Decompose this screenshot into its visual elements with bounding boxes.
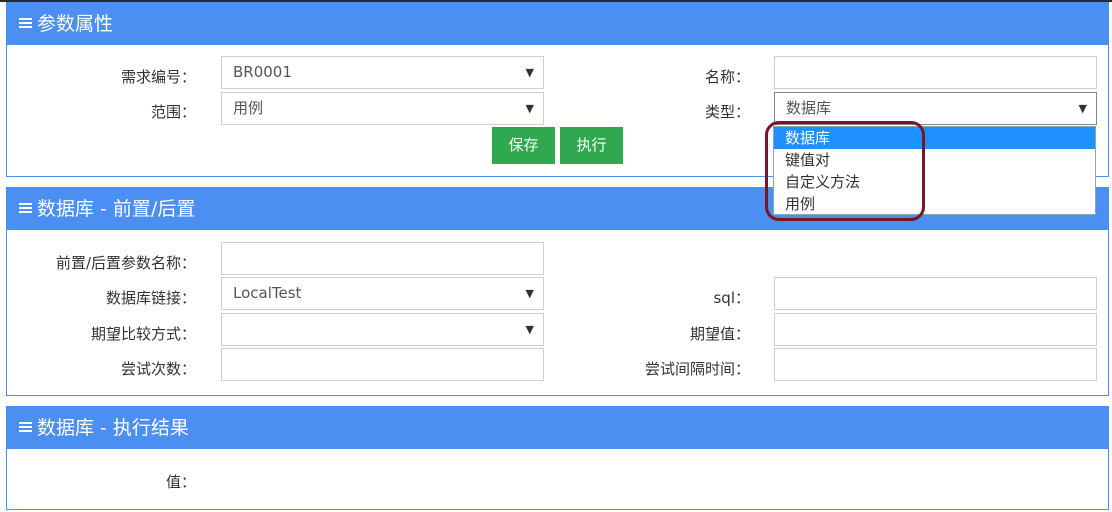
menu-icon [19,16,32,30]
type-label: 类型： [704,103,750,121]
panel-header: 参数属性 [7,3,1108,45]
db-link-value: LocalTest [233,284,302,302]
type-value: 数据库 [786,99,832,117]
sql-label: sql： [713,289,750,307]
panel-db-result: 数据库 - 执行结果 [6,406,1109,510]
caret-down-icon: ▼ [525,66,534,79]
run-button[interactable]: 执行 [560,127,623,164]
retry-label: 尝试次数： [120,360,196,378]
req-value: BR0001 [233,63,292,81]
scope-label: 范围： [150,103,196,121]
param-name-label: 前置/后置参数名称： [55,254,196,272]
scope-select[interactable]: 用例 ▼ [221,92,544,125]
panel-header: 数据库 - 执行结果 [7,407,1108,449]
caret-down-icon: ▼ [1078,102,1087,115]
interval-input[interactable] [774,348,1097,381]
result-value-label: 值： [165,473,196,491]
annotation-highlight [765,121,925,221]
panel-title: 参数属性 [37,13,114,35]
expected-label: 期望值： [689,325,750,343]
caret-down-icon: ▼ [525,323,534,336]
menu-icon [19,201,32,215]
req-label: 需求编号： [120,68,196,86]
save-button[interactable]: 保存 [492,127,555,164]
compare-label: 期望比较方式： [90,325,196,343]
sql-input[interactable] [774,277,1097,310]
compare-select[interactable]: ▼ [221,313,544,346]
caret-down-icon: ▼ [525,287,534,300]
db-link-select[interactable]: LocalTest ▼ [221,277,544,310]
db-link-label: 数据库链接： [105,289,196,307]
interval-label: 尝试间隔时间： [644,360,750,378]
expected-input[interactable] [774,313,1097,346]
panel-title: 数据库 - 执行结果 [37,417,189,439]
caret-down-icon: ▼ [525,102,534,115]
name-input[interactable] [774,56,1097,89]
name-label: 名称： [704,68,750,86]
panel-title: 数据库 - 前置/后置 [37,198,196,220]
param-name-input[interactable] [221,242,544,275]
retry-input[interactable] [221,348,544,381]
scope-value: 用例 [233,99,264,117]
menu-icon [19,420,32,434]
req-select[interactable]: BR0001 ▼ [221,56,544,89]
